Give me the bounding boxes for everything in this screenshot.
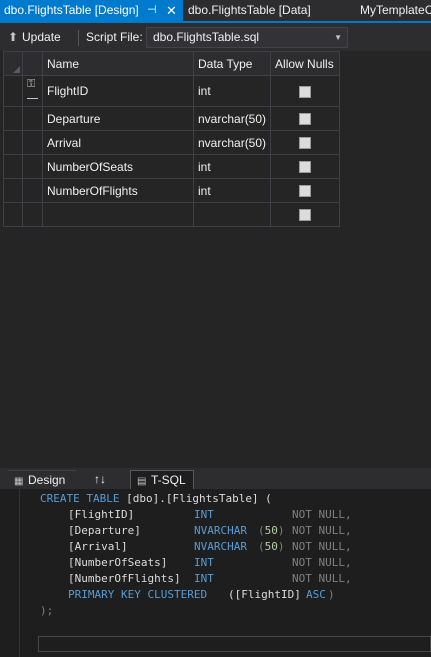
code-line: );	[40, 604, 54, 617]
allow-nulls-checkbox[interactable]	[299, 209, 312, 222]
row-indicator: ⚿━	[22, 75, 43, 107]
tab-data-label: dbo.FlightsTable [Data]	[188, 3, 311, 17]
primary-key-icon: ⚿━	[27, 78, 38, 105]
tab-design-pane[interactable]: ▦ Design	[8, 470, 76, 489]
grid-header-row: Name Data Type Allow Nulls	[3, 51, 341, 76]
row-selector[interactable]	[3, 202, 23, 227]
close-icon[interactable]: ✕	[166, 0, 177, 21]
row-indicator	[22, 178, 43, 203]
row-indicator	[22, 154, 43, 179]
document-tab-strip: dbo.FlightsTable [Design] ⊣ ✕ dbo.Flight…	[0, 0, 431, 23]
tab-design[interactable]: dbo.FlightsTable [Design] ⊣ ✕	[0, 0, 183, 21]
grid-corner[interactable]	[3, 51, 23, 76]
tab-template-label: MyTemplateC	[360, 3, 431, 17]
row-selector[interactable]	[3, 178, 23, 203]
allow-nulls-checkbox[interactable]	[299, 185, 312, 198]
tab-design-pane-label: Design	[28, 473, 66, 487]
table-row[interactable]: NumberOfFlights int	[3, 178, 341, 203]
current-line-highlight	[38, 636, 431, 652]
allow-nulls-checkbox[interactable]	[299, 137, 312, 150]
allow-nulls-checkbox[interactable]	[299, 85, 312, 98]
columns-grid-area: Name Data Type Allow Nulls ⚿━ FlightID i…	[0, 51, 431, 468]
cell-name[interactable]: FlightID	[42, 75, 194, 107]
cell-allow-nulls[interactable]	[270, 75, 341, 107]
chevron-down-icon: ▼	[334, 33, 342, 42]
cell-allow-nulls[interactable]	[270, 130, 341, 155]
tab-tsql-pane[interactable]: ▤ T-SQL	[130, 470, 194, 489]
designer-toolbar: ⬆ Update Script File: dbo.FlightsTable.sq…	[0, 25, 431, 50]
row-selector[interactable]	[3, 130, 23, 155]
tab-tsql-pane-label: T-SQL	[151, 473, 186, 487]
pane-tab-bar: ▦ Design ↑↓ ▤ T-SQL	[0, 468, 431, 489]
update-arrow-icon: ⬆	[8, 30, 19, 44]
tab-template[interactable]: MyTemplateC	[356, 0, 431, 21]
table-row[interactable]: NumberOfSeats int	[3, 154, 341, 179]
columns-grid: Name Data Type Allow Nulls ⚿━ FlightID i…	[3, 51, 341, 227]
allow-nulls-checkbox[interactable]	[299, 161, 312, 174]
cell-allow-nulls[interactable]	[270, 154, 341, 179]
update-button[interactable]: ⬆ Update	[8, 28, 61, 47]
cell-name[interactable]: Departure	[42, 106, 194, 131]
header-allow-nulls[interactable]: Allow Nulls	[270, 51, 341, 76]
cell-name[interactable]: NumberOfFlights	[42, 178, 194, 203]
header-name[interactable]: Name	[42, 51, 194, 76]
cell-data-type[interactable]: int	[192, 154, 272, 179]
swap-panes-button[interactable]: ↑↓	[88, 470, 122, 489]
row-indicator	[22, 202, 43, 227]
cell-name[interactable]	[42, 202, 194, 227]
cell-allow-nulls[interactable]	[270, 178, 341, 203]
cell-name[interactable]: Arrival	[42, 130, 194, 155]
tsql-editor[interactable]: CREATE TABLE [dbo].[FlightsTable] ( [Fli…	[0, 489, 431, 657]
grid-header-rowsel	[22, 51, 43, 76]
cell-data-type[interactable]: nvarchar(50)	[192, 130, 272, 155]
toolbar-separator	[78, 30, 79, 46]
pin-icon[interactable]: ⊣	[147, 0, 157, 21]
cell-data-type[interactable]	[192, 202, 272, 227]
cell-data-type[interactable]: nvarchar(50)	[192, 106, 272, 131]
tab-design-label: dbo.FlightsTable [Design]	[4, 3, 139, 17]
cell-allow-nulls[interactable]	[270, 106, 341, 131]
row-selector[interactable]	[3, 154, 23, 179]
swap-panes-icon: ↑↓	[94, 472, 106, 486]
editor-margin	[0, 489, 20, 657]
cell-data-type[interactable]: int	[192, 75, 272, 107]
script-file-value: dbo.FlightsTable.sql	[153, 30, 260, 44]
cell-name[interactable]: NumberOfSeats	[42, 154, 194, 179]
table-row[interactable]: Departure nvarchar(50)	[3, 106, 341, 131]
table-row[interactable]: Arrival nvarchar(50)	[3, 130, 341, 155]
cell-data-type[interactable]: int	[192, 178, 272, 203]
tab-data[interactable]: dbo.FlightsTable [Data]	[184, 0, 344, 21]
table-row-new[interactable]	[3, 202, 341, 227]
row-selector[interactable]	[3, 75, 23, 107]
script-file-label: Script File:	[86, 30, 143, 44]
script-file-dropdown[interactable]: dbo.FlightsTable.sql ▼	[146, 27, 348, 48]
table-row[interactable]: ⚿━ FlightID int	[3, 75, 341, 107]
update-label: Update	[22, 30, 61, 44]
row-selector[interactable]	[3, 106, 23, 131]
code-line: CREATE TABLE [dbo].[FlightsTable] (	[40, 492, 272, 505]
row-indicator	[22, 130, 43, 155]
row-indicator	[22, 106, 43, 131]
header-data-type[interactable]: Data Type	[192, 51, 272, 76]
cell-allow-nulls[interactable]	[270, 202, 341, 227]
allow-nulls-checkbox[interactable]	[299, 113, 312, 126]
